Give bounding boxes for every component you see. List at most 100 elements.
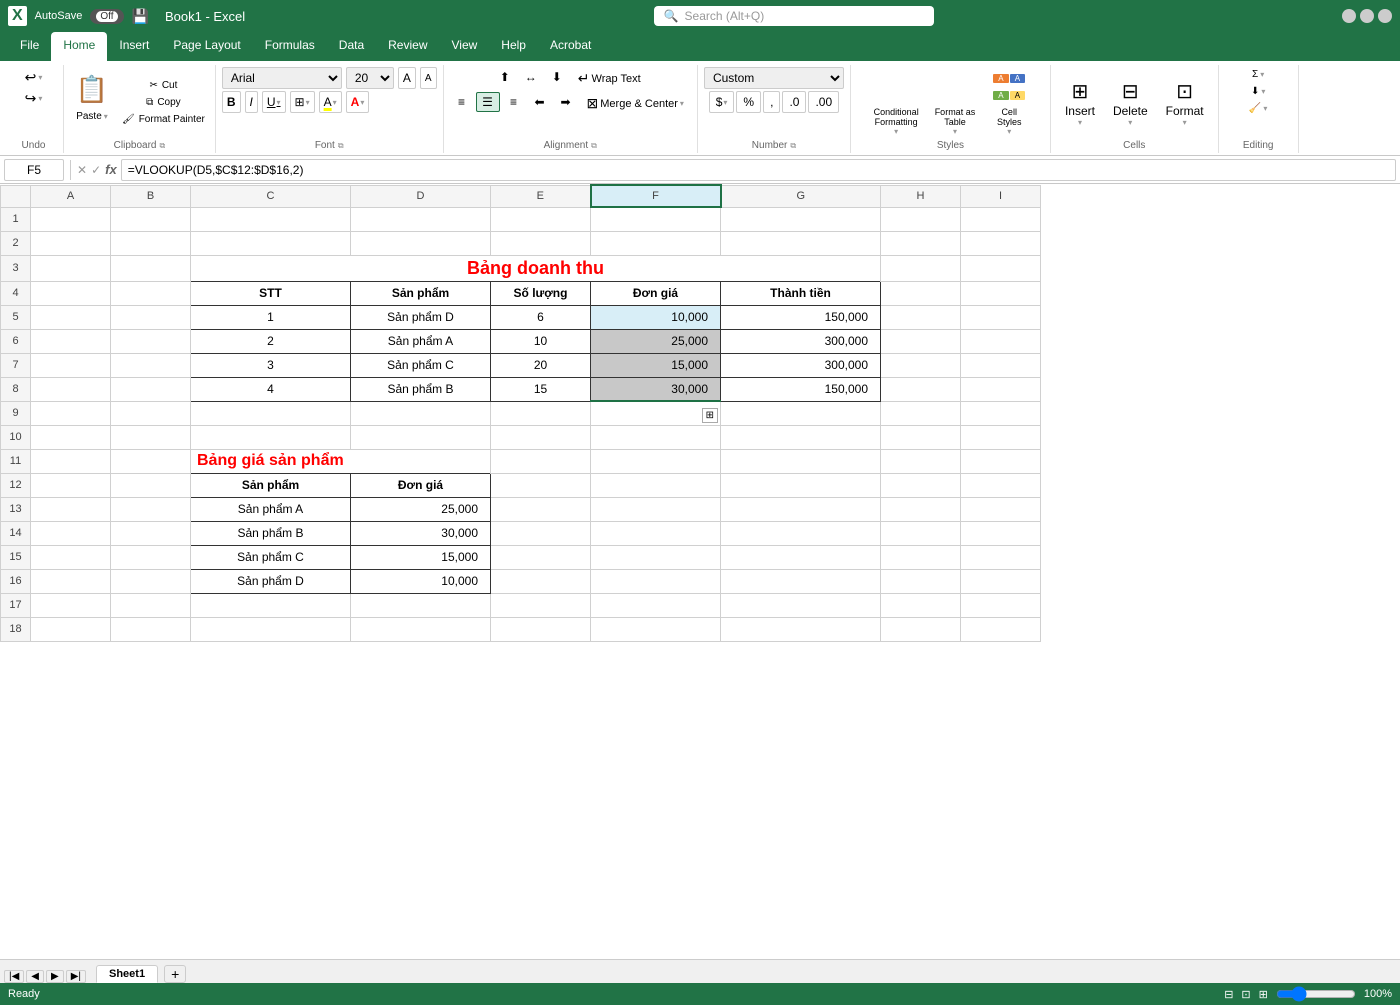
cell-a8[interactable] bbox=[31, 377, 111, 401]
wrap-text-button[interactable]: ↵ Wrap Text bbox=[571, 67, 648, 90]
format-as-table-button[interactable]: Format asTable ▾ bbox=[929, 67, 982, 138]
cell-d9[interactable] bbox=[351, 401, 491, 425]
undo-button[interactable]: ↩ ▾ bbox=[18, 67, 50, 88]
row-header-8[interactable]: 8 bbox=[1, 377, 31, 401]
cell-e10[interactable] bbox=[491, 425, 591, 449]
cell-b16[interactable] bbox=[111, 569, 191, 593]
italic-button[interactable]: I bbox=[245, 91, 258, 113]
number-format-select[interactable]: Custom bbox=[704, 67, 844, 89]
dollar-button[interactable]: $ ▾ bbox=[709, 91, 735, 113]
redo-button[interactable]: ↪ ▾ bbox=[18, 88, 50, 109]
cell-i3[interactable] bbox=[961, 255, 1041, 281]
cell-h1[interactable] bbox=[881, 207, 961, 231]
insert-function-icon[interactable]: fx bbox=[105, 162, 117, 177]
cell-h16[interactable] bbox=[881, 569, 961, 593]
cell-c15[interactable]: Sản phẩm C bbox=[191, 545, 351, 569]
sheet-nav-last[interactable]: ▶| bbox=[66, 970, 86, 983]
cell-f5[interactable]: 10,000 bbox=[591, 305, 721, 329]
cell-c5[interactable]: 1 bbox=[191, 305, 351, 329]
cell-g6[interactable]: 300,000 bbox=[721, 329, 881, 353]
underline-button[interactable]: U ▾ bbox=[262, 91, 286, 113]
cell-a7[interactable] bbox=[31, 353, 111, 377]
cell-d16[interactable]: 10,000 bbox=[351, 569, 491, 593]
cell-b4[interactable] bbox=[111, 281, 191, 305]
shrink-font-button[interactable]: A bbox=[420, 67, 437, 89]
cell-g11[interactable] bbox=[721, 449, 881, 473]
cell-a16[interactable] bbox=[31, 569, 111, 593]
font-size-select[interactable]: 20 bbox=[346, 67, 394, 89]
cell-a4[interactable] bbox=[31, 281, 111, 305]
cell-i5[interactable] bbox=[961, 305, 1041, 329]
tab-view[interactable]: View bbox=[440, 32, 490, 61]
cell-b15[interactable] bbox=[111, 545, 191, 569]
clear-button[interactable]: 🧹 ▾ bbox=[1242, 101, 1274, 116]
row-header-12[interactable]: 12 bbox=[1, 473, 31, 497]
cancel-formula-icon[interactable]: ✕ bbox=[77, 163, 87, 177]
cell-h3[interactable] bbox=[881, 255, 961, 281]
row-header-18[interactable]: 18 bbox=[1, 617, 31, 641]
sheet-nav-first[interactable]: |◀ bbox=[4, 970, 24, 983]
copy-button[interactable]: ⧉ Copy bbox=[118, 95, 209, 110]
cell-a3[interactable] bbox=[31, 255, 111, 281]
cell-b9[interactable] bbox=[111, 401, 191, 425]
cell-i1[interactable] bbox=[961, 207, 1041, 231]
cell-c12[interactable]: Sản phẩm bbox=[191, 473, 351, 497]
row-header-11[interactable]: 11 bbox=[1, 449, 31, 473]
number-expand[interactable]: ⧉ bbox=[790, 141, 796, 151]
close-btn[interactable] bbox=[1378, 9, 1392, 23]
cell-e16[interactable] bbox=[491, 569, 591, 593]
cell-e8[interactable]: 15 bbox=[491, 377, 591, 401]
tab-data[interactable]: Data bbox=[327, 32, 376, 61]
cell-c3-title[interactable]: Bảng doanh thu bbox=[191, 255, 881, 281]
col-header-b[interactable]: B bbox=[111, 185, 191, 207]
conditional-formatting-button[interactable]: ConditionalFormatting ▾ bbox=[868, 67, 925, 138]
cell-a10[interactable] bbox=[31, 425, 111, 449]
row-header-14[interactable]: 14 bbox=[1, 521, 31, 545]
cell-f13[interactable] bbox=[591, 497, 721, 521]
cell-i13[interactable] bbox=[961, 497, 1041, 521]
cell-d5[interactable]: Sản phẩm D bbox=[351, 305, 491, 329]
cell-h11[interactable] bbox=[881, 449, 961, 473]
tab-file[interactable]: File bbox=[8, 32, 51, 61]
row-header-13[interactable]: 13 bbox=[1, 497, 31, 521]
cell-b18[interactable] bbox=[111, 617, 191, 641]
cell-h2[interactable] bbox=[881, 231, 961, 255]
cell-h5[interactable] bbox=[881, 305, 961, 329]
col-header-e[interactable]: E bbox=[491, 185, 591, 207]
cell-f2[interactable] bbox=[591, 231, 721, 255]
merge-center-button[interactable]: ⊠ Merge & Center ▾ bbox=[580, 92, 691, 115]
row-header-6[interactable]: 6 bbox=[1, 329, 31, 353]
col-header-f[interactable]: F bbox=[591, 185, 721, 207]
tab-home[interactable]: Home bbox=[51, 32, 107, 61]
minimize-btn[interactable] bbox=[1342, 9, 1356, 23]
fill-button[interactable]: ⬇ ▾ bbox=[1242, 84, 1274, 99]
cell-d15[interactable]: 15,000 bbox=[351, 545, 491, 569]
cell-i2[interactable] bbox=[961, 231, 1041, 255]
paste-button[interactable]: 📋 bbox=[70, 67, 114, 111]
view-normal-icon[interactable]: ⊟ bbox=[1224, 988, 1233, 1001]
cell-a1[interactable] bbox=[31, 207, 111, 231]
maximize-btn[interactable] bbox=[1360, 9, 1374, 23]
cell-h18[interactable] bbox=[881, 617, 961, 641]
row-header-16[interactable]: 16 bbox=[1, 569, 31, 593]
cell-c17[interactable] bbox=[191, 593, 351, 617]
cell-a18[interactable] bbox=[31, 617, 111, 641]
comma-button[interactable]: , bbox=[763, 91, 780, 113]
cell-g10[interactable] bbox=[721, 425, 881, 449]
col-header-d[interactable]: D bbox=[351, 185, 491, 207]
cell-f15[interactable] bbox=[591, 545, 721, 569]
cell-f7[interactable]: 15,000 bbox=[591, 353, 721, 377]
insert-button[interactable]: ⊞ Insert ▾ bbox=[1057, 77, 1103, 129]
cell-b2[interactable] bbox=[111, 231, 191, 255]
cell-b17[interactable] bbox=[111, 593, 191, 617]
sheet-nav-next[interactable]: ▶ bbox=[46, 970, 64, 983]
cell-d13[interactable]: 25,000 bbox=[351, 497, 491, 521]
cell-e9[interactable] bbox=[491, 401, 591, 425]
cell-d4[interactable]: Sản phẩm bbox=[351, 281, 491, 305]
cell-a14[interactable] bbox=[31, 521, 111, 545]
cell-d6[interactable]: Sản phẩm A bbox=[351, 329, 491, 353]
cell-a17[interactable] bbox=[31, 593, 111, 617]
bold-button[interactable]: B bbox=[222, 91, 241, 113]
percent-button[interactable]: % bbox=[736, 91, 761, 113]
cell-reference-input[interactable] bbox=[4, 159, 64, 181]
